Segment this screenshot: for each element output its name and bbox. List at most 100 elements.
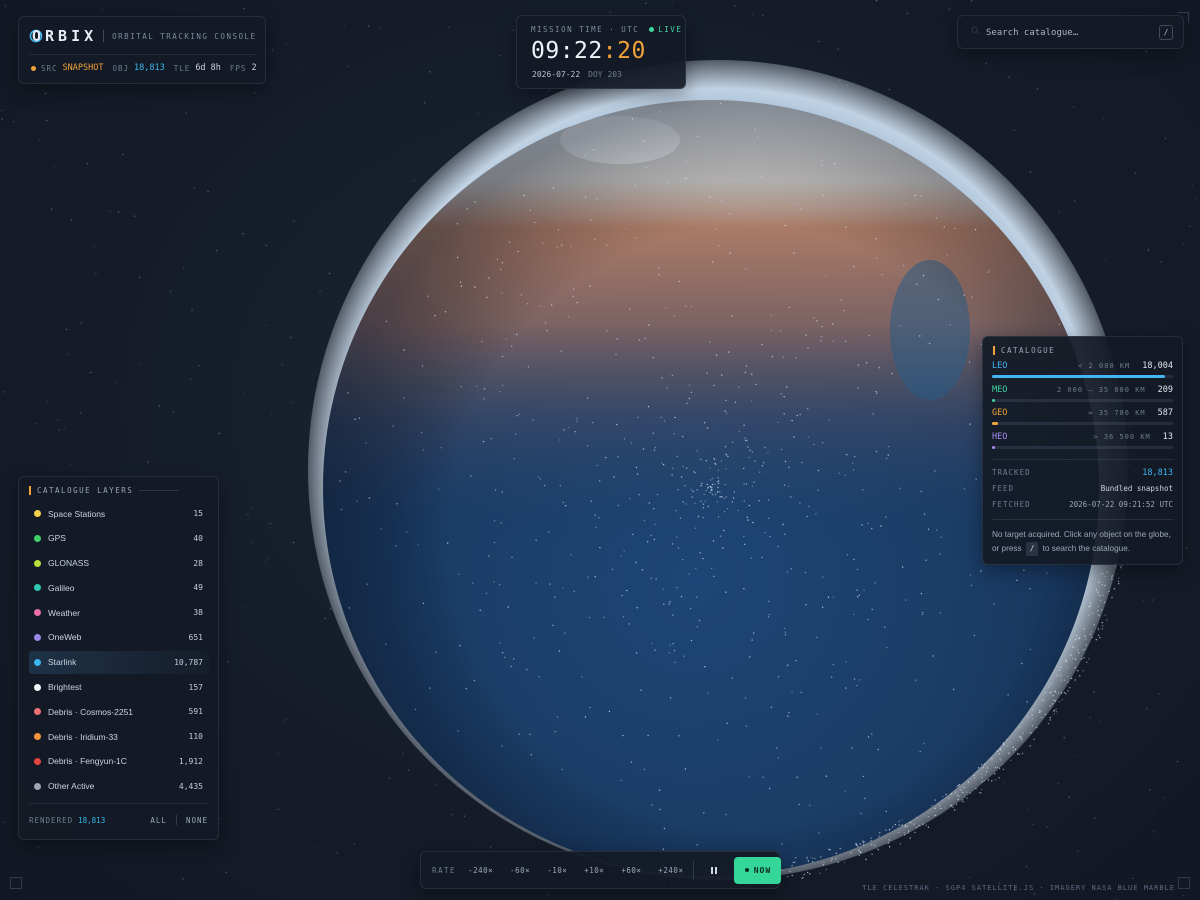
satellite-point [831,676,833,678]
satellite-point [717,516,720,518]
rate-minus-240-button[interactable]: -240× [468,866,493,875]
geo-belt-point [925,824,927,826]
rate-minus-60-button[interactable]: -60× [510,866,530,875]
geo-belt-point [978,792,980,794]
satellite-point [758,500,760,502]
satellite-point [717,477,719,479]
satellite-point [479,609,481,611]
layer-item[interactable]: GPS 40 [29,527,209,550]
geo-belt-point [903,831,905,834]
layer-item[interactable]: Debris · Fengyun-1C 1,912 [29,750,209,773]
satellite-point [564,632,566,634]
satellite-point [928,342,931,345]
rate-plus-60-button[interactable]: +60× [621,866,641,875]
geo-belt-point [1074,638,1077,641]
satellite-point [780,393,782,395]
satellite-point [616,423,618,426]
rate-minus-10-button[interactable]: -10× [547,866,567,875]
layer-item[interactable]: Brightest 157 [29,676,209,699]
geo-belt-point [877,849,880,851]
pause-button[interactable] [702,858,726,882]
geo-belt-point [1049,716,1051,719]
satellite-point [921,613,923,615]
show-all-button[interactable]: ALL [150,816,167,825]
satellite-point [456,223,459,225]
satellite-point [688,573,690,575]
now-label: NOW [753,865,772,875]
satellite-point [504,656,506,659]
satellite-point [710,486,712,488]
geo-belt-point [983,780,986,782]
layer-item[interactable]: Weather 38 [29,601,209,624]
layer-item[interactable]: Other Active 4,435 [29,775,209,798]
live-text: LIVE [658,25,683,34]
hint-pre: or press [992,544,1022,553]
layer-item[interactable]: OneWeb 651 [29,626,209,649]
search-input[interactable] [984,23,1148,43]
geo-belt-point [1087,614,1090,617]
geo-belt-point [860,851,862,854]
satellite-point [561,768,563,771]
satellite-point [457,730,459,732]
catalogue-title-text: CATALOGUE [1001,346,1056,355]
geo-belt-point [1085,644,1087,646]
fetched-row: FETCHED 2026-07-22 09:21:52 UTC [992,500,1173,509]
layer-item[interactable]: Galileo 49 [29,576,209,599]
orbit-share-bar [992,445,995,449]
satellite-point [501,745,503,747]
layer-item[interactable]: GLONASS 28 [29,552,209,575]
satellite-point [748,504,750,507]
satellite-point [635,561,637,564]
show-none-button[interactable]: NONE [186,816,208,825]
satellite-point [403,349,405,351]
layer-item[interactable]: Starlink 10,787 [29,650,209,674]
satellite-point [927,528,930,530]
tracking-viewport[interactable]: ORBIX ORBITAL TRACKING CONSOLE SRC SNAPS… [0,0,1200,900]
satellite-point [700,458,702,461]
geo-belt-point [1040,710,1042,713]
satellite-point [621,594,623,597]
geo-belt-point [961,799,964,801]
geo-belt-point [948,797,950,799]
layer-name: Starlink [48,657,77,668]
rate-plus-240-button[interactable]: +240× [658,866,683,875]
geo-belt-point [806,856,808,859]
orbit-row: LEO < 2 000 KM 18,004 [992,361,1173,383]
geo-belt-point [913,823,915,825]
layer-count: 10,787 [174,657,203,667]
satellite-point [486,296,488,299]
satellite-point [514,433,517,435]
satellite-point [592,422,594,424]
satellite-point [429,687,431,689]
satellite-point [538,676,540,678]
geo-belt-point [863,844,865,846]
satellite-point [594,576,596,578]
satellite-point [816,636,818,638]
geo-belt-point [1006,745,1009,747]
now-button[interactable]: NOW [734,856,782,884]
satellite-point [806,515,808,518]
satellite-point [516,333,518,336]
satellite-point [661,462,663,464]
geo-belt-point [1074,647,1077,649]
rate-plus-10-button[interactable]: +10× [584,866,604,875]
geo-belt-point [1074,666,1076,669]
geo-belt-point [839,847,841,850]
satellite-point [542,242,544,244]
layer-item[interactable]: Space Stations 15 [29,502,209,525]
satellite-point [746,439,748,442]
search-box[interactable]: / [957,15,1184,49]
satellite-point [662,848,664,850]
satellite-point [844,340,847,342]
geo-belt-point [871,853,873,855]
geo-belt-point [981,777,983,779]
orbit-name: MEO [992,384,1008,395]
layer-item[interactable]: Debris · Iridium-33 110 [29,725,209,748]
corner-bracket-br [1178,877,1190,889]
hint-shortcut-key: / [1025,542,1039,556]
geo-belt-point [806,858,808,860]
satellite-point [726,508,729,510]
layer-item[interactable]: Debris · Cosmos-2251 591 [29,700,209,723]
geo-belt-point [1033,738,1035,741]
satellite-point [420,431,423,434]
